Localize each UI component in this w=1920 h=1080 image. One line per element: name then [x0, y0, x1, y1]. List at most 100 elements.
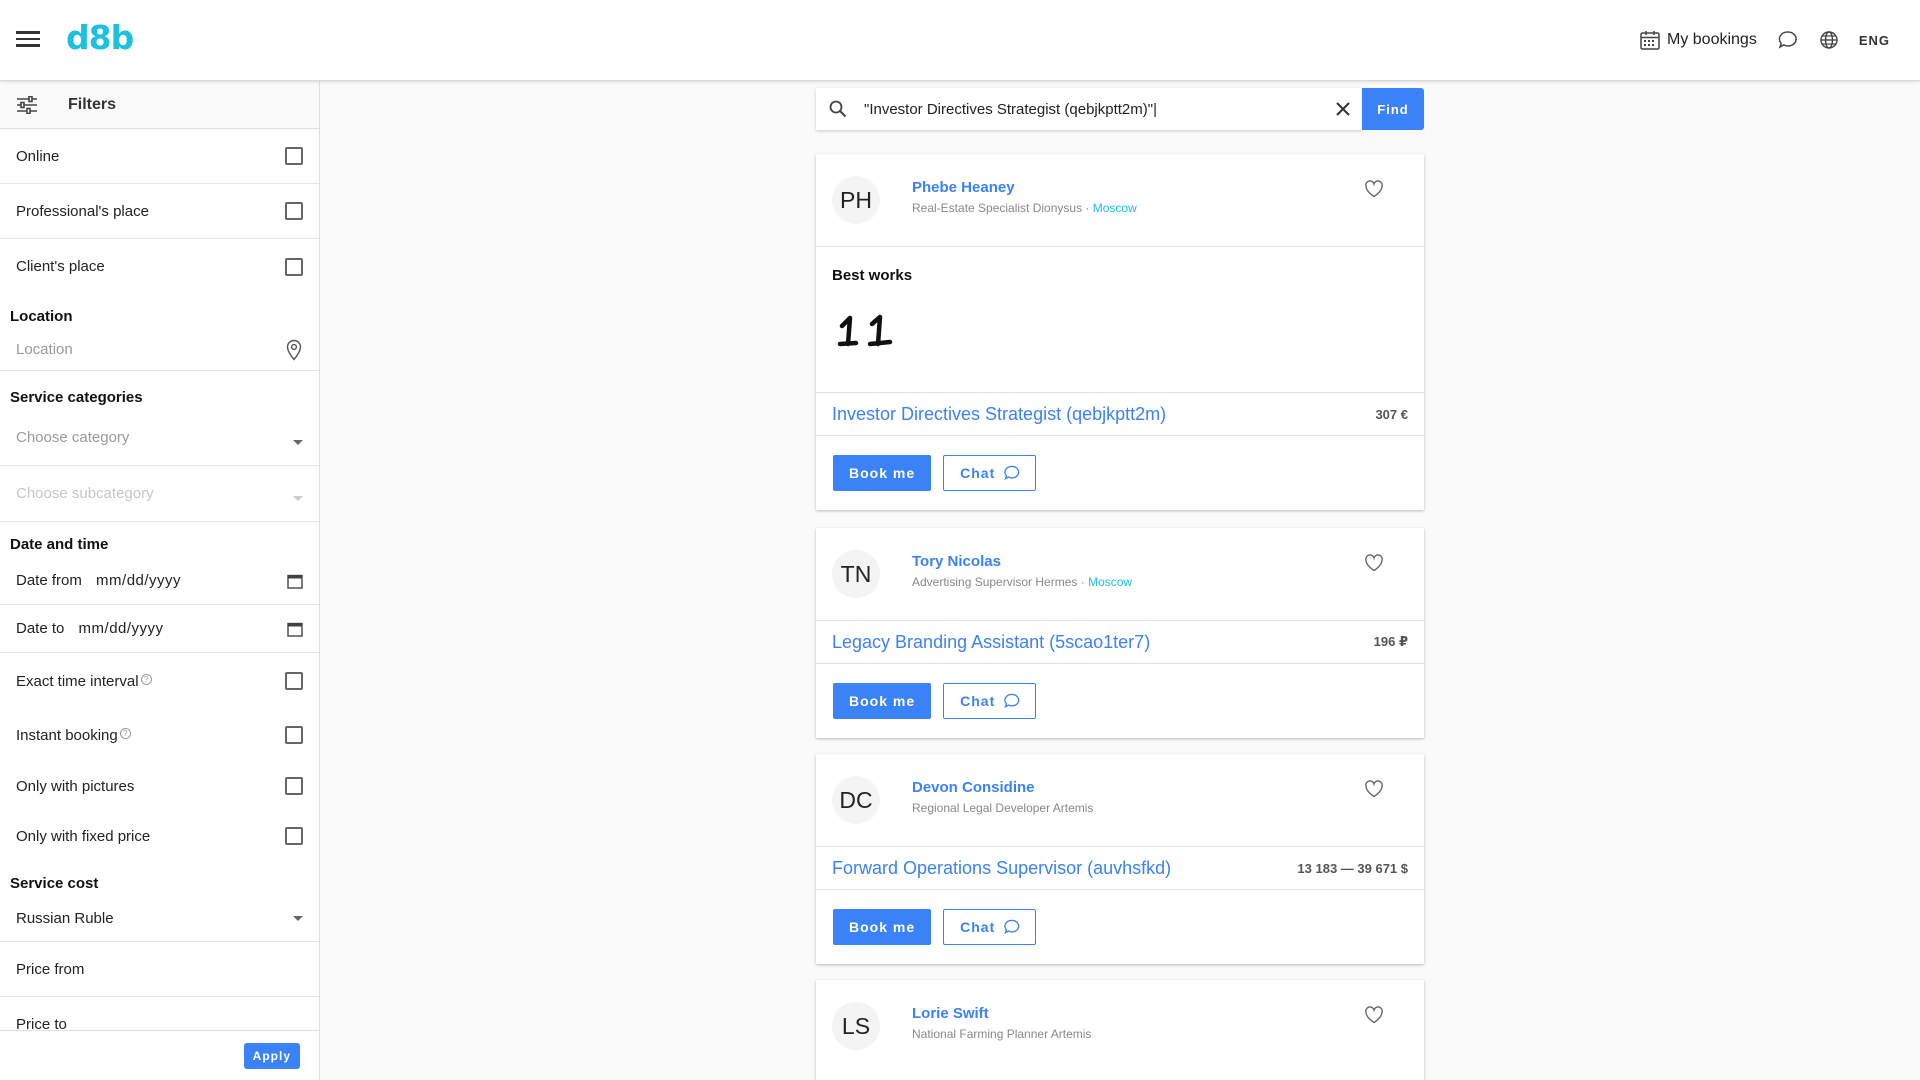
service-link[interactable]: Investor Directives Strategist (qebjkptt…: [832, 404, 1166, 425]
role-separator: ·: [1077, 575, 1089, 589]
chat-button[interactable]: Chat: [943, 455, 1037, 491]
service-cost-title: Service cost: [10, 875, 99, 892]
card-header: TN Tory Nicolas Advertising Supervisor H…: [816, 528, 1424, 621]
chat-button[interactable]: Chat: [943, 683, 1037, 719]
globe-icon: [1820, 31, 1838, 49]
filter-online-label: Online: [16, 147, 60, 165]
chevron-down-icon: [293, 496, 303, 501]
header-actions: My bookings ENG: [1639, 0, 1890, 80]
heart-icon[interactable]: [1364, 554, 1384, 572]
category-placeholder: Choose category: [16, 429, 130, 446]
filter-online[interactable]: Online: [0, 129, 319, 184]
professionals-place-checkbox[interactable]: [285, 202, 303, 220]
chat-bubble-icon: [1004, 465, 1020, 481]
filter-instant-booking[interactable]: Instant booking?: [0, 709, 319, 761]
hamburger-menu-icon[interactable]: [15, 28, 41, 52]
location-section-title: Location: [10, 308, 73, 325]
chat-button-label: Chat: [960, 465, 996, 481]
professional-name[interactable]: Lorie Swift: [912, 1005, 989, 1022]
instant-booking-checkbox[interactable]: [285, 726, 303, 744]
only-fixed-price-checkbox[interactable]: [285, 827, 303, 845]
service-link[interactable]: Forward Operations Supervisor (auvhsfkd): [832, 858, 1171, 879]
date-to-value[interactable]: mm/dd/yyyy: [79, 620, 164, 637]
date-time-title: Date and time: [10, 536, 109, 553]
chat-bubble-icon: [1004, 693, 1020, 709]
filters-title: Filters: [68, 95, 117, 113]
price-from-input[interactable]: Price from: [0, 942, 319, 997]
book-me-button[interactable]: Book me: [833, 455, 932, 491]
professional-card: DC Devon Considine Regional Legal Develo…: [816, 754, 1424, 964]
info-icon[interactable]: ?: [140, 673, 152, 685]
filter-exact-time[interactable]: Exact time interval?: [0, 653, 319, 709]
search-input[interactable]: "Investor Directives Strategist (qebjkpt…: [816, 88, 1362, 130]
exact-time-label: Exact time interval: [16, 672, 139, 690]
filter-clients-place-label: Client's place: [16, 258, 105, 275]
professional-role: Real-Estate Specialist Dionysus · Moscow: [912, 201, 1137, 215]
filter-professionals-place-label: Professional's place: [16, 202, 149, 220]
service-link[interactable]: Legacy Branding Assistant (5scao1ter7): [832, 632, 1150, 653]
filter-only-fixed-price[interactable]: Only with fixed price: [0, 811, 319, 861]
heart-icon[interactable]: [1364, 1006, 1384, 1024]
only-pictures-checkbox[interactable]: [285, 777, 303, 795]
filter-professionals-place[interactable]: Professional's place: [0, 184, 319, 239]
messages-button[interactable]: [1777, 29, 1799, 51]
date-from-field[interactable]: Date from mm/dd/yyyy: [0, 557, 319, 605]
card-header: LS Lorie Swift National Farming Planner …: [816, 980, 1424, 1073]
location-input[interactable]: Location: [0, 329, 319, 371]
calendar-icon[interactable]: [287, 573, 303, 589]
only-fixed-price-label: Only with fixed price: [16, 827, 151, 845]
my-bookings-link[interactable]: My bookings: [1639, 29, 1757, 51]
find-button[interactable]: Find: [1362, 88, 1424, 130]
role-text: Advertising Supervisor Hermes: [912, 575, 1078, 589]
heart-icon[interactable]: [1364, 180, 1384, 198]
avatar[interactable]: DC: [832, 776, 880, 824]
book-me-button[interactable]: Book me: [833, 683, 932, 719]
filter-only-pictures[interactable]: Only with pictures: [0, 761, 319, 811]
professional-card: TN Tory Nicolas Advertising Supervisor H…: [816, 528, 1424, 738]
filter-clients-place[interactable]: Client's place: [0, 239, 319, 294]
date-to-label: Date to: [16, 620, 65, 637]
filters-sidebar: Filters Online Professional's place Clie…: [0, 81, 320, 1080]
subcategory-select[interactable]: Choose subcategory: [0, 466, 319, 522]
professional-role: National Farming Planner Artemis: [912, 1027, 1092, 1041]
city-label: Moscow: [1088, 575, 1133, 589]
chat-bubble-icon: [1778, 31, 1797, 49]
currency-select[interactable]: Russian Ruble: [0, 896, 319, 942]
close-icon[interactable]: [1336, 102, 1350, 116]
service-price: 13 183 — 39 671 $: [1297, 860, 1408, 876]
role-separator: ·: [1082, 201, 1093, 215]
avatar[interactable]: PH: [832, 176, 880, 224]
info-icon[interactable]: ?: [119, 727, 131, 739]
date-to-field[interactable]: Date to mm/dd/yyyy: [0, 605, 319, 653]
chat-button-label: Chat: [960, 693, 996, 709]
calendar-icon[interactable]: [287, 621, 303, 637]
professional-name[interactable]: Devon Considine: [912, 779, 1035, 796]
chat-button[interactable]: Chat: [943, 909, 1037, 945]
chat-bubble-icon: [1004, 919, 1020, 935]
professional-name[interactable]: Phebe Heaney: [912, 179, 1015, 196]
location-placeholder: Location: [16, 341, 73, 358]
category-select[interactable]: Choose category: [0, 410, 319, 466]
professional-card: LS Lorie Swift National Farming Planner …: [816, 980, 1424, 1080]
service-categories-title: Service categories: [10, 389, 143, 406]
heart-icon[interactable]: [1364, 780, 1384, 798]
avatar[interactable]: LS: [832, 1002, 880, 1050]
professional-name[interactable]: Tory Nicolas: [912, 553, 1001, 570]
card-actions: Book me Chat: [816, 890, 1424, 964]
online-checkbox[interactable]: [285, 147, 303, 165]
search-query[interactable]: "Investor Directives Strategist (qebjkpt…: [864, 101, 1336, 118]
work-thumbnail[interactable]: [832, 296, 922, 356]
instant-booking-label: Instant booking: [16, 726, 118, 744]
book-me-button[interactable]: Book me: [833, 909, 932, 945]
chevron-down-icon: [293, 916, 303, 921]
logo[interactable]: d8b: [66, 18, 134, 57]
apply-button[interactable]: Apply: [243, 1042, 300, 1069]
date-from-value[interactable]: mm/dd/yyyy: [96, 572, 181, 589]
clients-place-checkbox[interactable]: [285, 257, 303, 276]
filters-header[interactable]: Filters: [0, 81, 319, 129]
exact-time-checkbox[interactable]: [285, 672, 303, 690]
card-header: PH Phebe Heaney Real-Estate Specialist D…: [816, 154, 1424, 247]
language-selector[interactable]: ENG: [1819, 30, 1890, 50]
avatar[interactable]: TN: [832, 550, 880, 598]
only-pictures-label: Only with pictures: [16, 777, 135, 795]
